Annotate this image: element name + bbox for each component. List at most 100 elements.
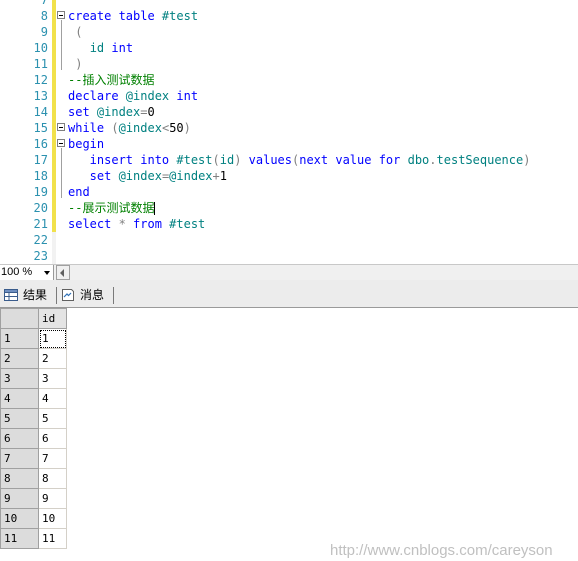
table-row[interactable]: 33 [0,368,67,389]
table-row[interactable]: 10 10 [0,508,67,529]
code-token: = [140,105,148,119]
row-header[interactable]: 7 [0,448,39,469]
grid-cell[interactable]: 1 [38,328,67,349]
table-row[interactable]: 11 11 [0,528,67,549]
collapse-toggle-icon[interactable] [57,11,65,19]
line-number: 9 [40,25,48,39]
grid-cell[interactable]: 4 [38,388,67,409]
table-row[interactable]: 77 [0,448,67,469]
code-line[interactable]: ) [68,56,578,72]
table-row[interactable]: 66 [0,428,67,449]
line-number: 12 [33,73,48,87]
row-header[interactable]: 9 [0,488,39,509]
code-line[interactable]: ( [68,24,578,40]
line-number-gutter: 7 8 9 10 11 12 13 14 15 16 17 18 19 20 21 22 23 [0,0,50,264]
code-line[interactable] [68,248,578,264]
code-line[interactable]: --插入测试数据 [68,72,578,88]
tab-messages[interactable]: 消息 [60,285,112,305]
code-token: . [429,153,437,167]
scroll-left-arrow-icon[interactable] [56,265,70,280]
table-row[interactable]: 22 [0,348,67,369]
code-line[interactable]: declare @index int [68,88,578,104]
code-token: next value for [299,153,408,167]
grid-cell[interactable]: 10 [38,508,67,529]
table-row[interactable]: 44 [0,388,67,409]
editor-status-bar: 100 % [0,264,578,280]
grid-corner[interactable] [0,308,39,329]
code-line[interactable]: insert into #test(id) values(next value … [68,152,578,168]
fold-guide-line [61,20,62,70]
code-token: from [133,217,170,231]
row-header[interactable]: 1 [0,328,39,349]
row-header[interactable]: 4 [0,388,39,409]
code-token: ) [523,153,531,167]
grid-cell[interactable]: 3 [38,368,67,389]
line-number: 18 [33,169,48,183]
row-header[interactable]: 10 [0,508,39,529]
code-token: @index [125,89,177,103]
code-token: select [68,217,119,231]
code-token: 1 [219,169,227,183]
grid-cell[interactable]: 6 [38,428,67,449]
code-area[interactable]: create table #test ( id int ) --插入测试数据 dec… [68,0,578,264]
code-token: end [68,185,90,199]
row-header[interactable]: 5 [0,408,39,429]
grid-cell[interactable]: 11 [38,528,67,549]
grid-cell[interactable]: 2 [38,348,67,369]
tab-divider [56,287,57,304]
grid-cell[interactable]: 9 [38,488,67,509]
code-token: set [68,169,119,183]
line-number: 7 [40,0,48,7]
table-row[interactable]: 99 [0,488,67,509]
line-number: 23 [33,249,48,263]
text-caret [154,202,156,215]
outline-fold-column [57,0,67,264]
line-number: 17 [33,153,48,167]
code-line[interactable] [68,0,578,8]
collapse-toggle-icon[interactable] [57,123,65,131]
code-line[interactable]: select * from #test [68,216,578,232]
code-token: begin [68,137,105,151]
code-line[interactable]: set @index=@index+1 [68,168,578,184]
code-line[interactable]: id int [68,40,578,56]
row-header[interactable]: 11 [0,528,39,549]
line-number: 8 [40,9,48,23]
code-line[interactable]: begin [68,136,578,152]
row-header[interactable]: 8 [0,468,39,489]
code-token: 0 [147,105,155,119]
code-line[interactable]: set @index=0 [68,104,578,120]
grid-cell[interactable]: 5 [38,408,67,429]
horizontal-scrollbar[interactable] [70,265,578,280]
code-token: while [68,121,112,135]
chevron-down-icon [44,271,50,275]
tab-results[interactable]: 结果 [3,285,55,305]
results-grid-area: id 1 1 2 2 3 3 4 4 5 5 6 6 7 7 8 8 9 9 10 10 11 11 [0,308,578,561]
code-line[interactable]: --展示测试数据 [68,200,578,216]
table-row[interactable]: 55 [0,408,67,429]
zoom-dropdown[interactable]: 100 % [0,265,54,280]
grid-cell[interactable]: 7 [38,448,67,469]
row-header[interactable]: 2 [0,348,39,369]
code-token: values [248,153,292,167]
row-header[interactable]: 6 [0,428,39,449]
code-token: --插入测试数据 [68,73,155,87]
column-header-id[interactable]: id [38,308,67,329]
line-number: 20 [33,201,48,215]
sql-editor[interactable]: 7 8 9 10 11 12 13 14 15 16 17 18 19 20 21 22 23 create t… [0,0,578,264]
collapse-toggle-icon[interactable] [57,139,65,147]
code-token: insert into [68,153,177,167]
code-token: id [89,41,112,55]
line-number: 14 [33,105,48,119]
code-line[interactable]: create table #test [68,8,578,24]
table-row[interactable]: 88 [0,468,67,489]
code-line[interactable]: end [68,184,578,200]
tab-divider [113,287,114,304]
line-number: 16 [33,137,48,151]
code-line[interactable]: while (@index<50) [68,120,578,136]
code-line[interactable] [68,232,578,248]
grid-cell[interactable]: 8 [38,468,67,489]
code-token: declare [68,89,126,103]
row-header[interactable]: 3 [0,368,39,389]
code-token: int [111,41,134,55]
table-row[interactable]: 11 [0,328,67,349]
